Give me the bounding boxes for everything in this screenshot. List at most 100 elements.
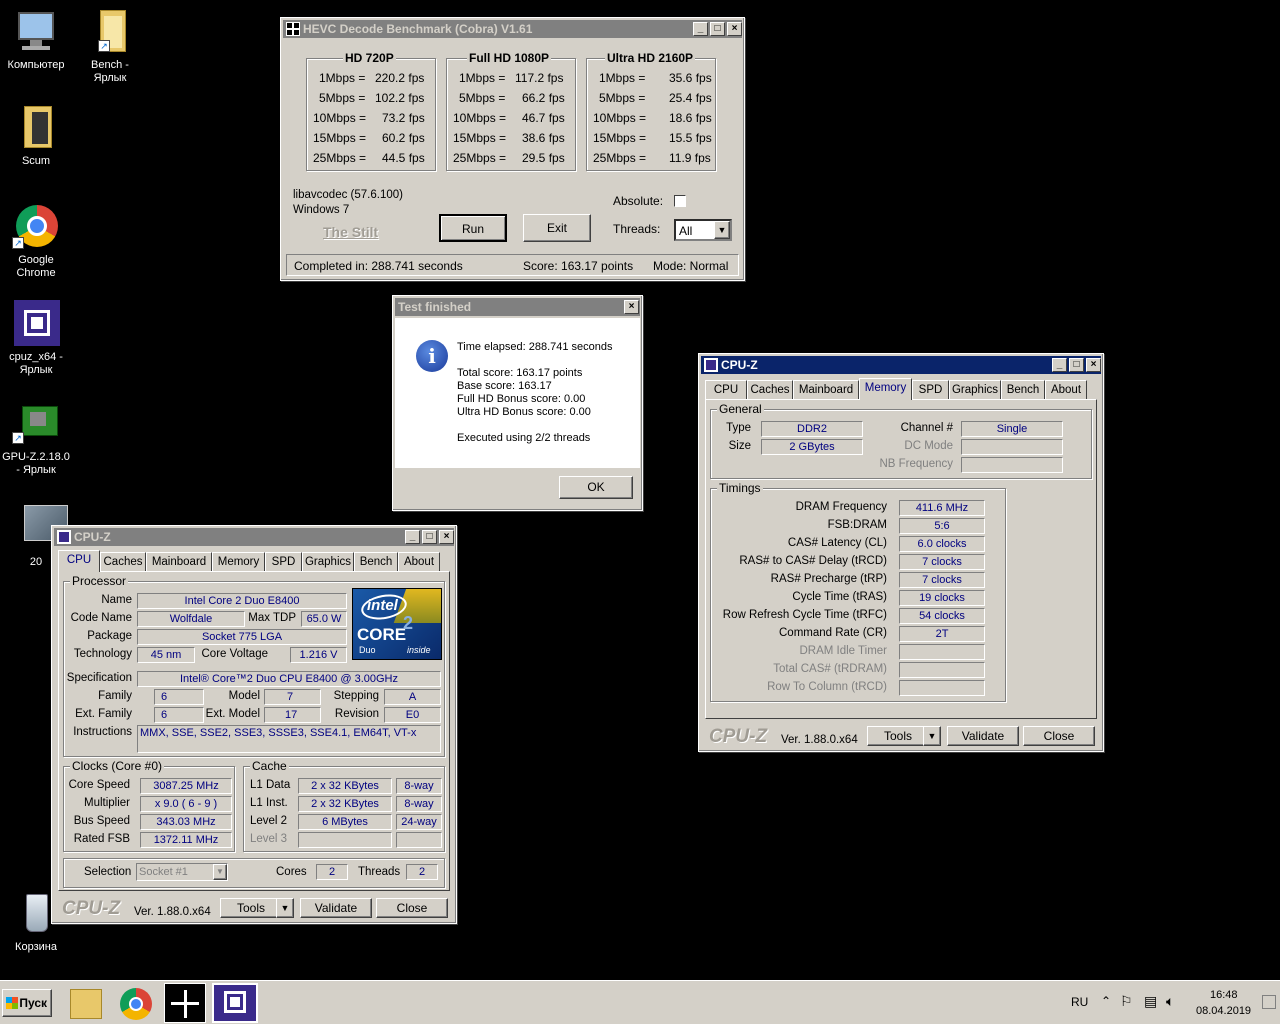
tab-graphics[interactable]: Graphics bbox=[949, 380, 1001, 399]
timings-group-title: Timings bbox=[717, 481, 763, 495]
size-value: 2 GBytes bbox=[761, 439, 863, 455]
core-text: CORE bbox=[357, 625, 407, 644]
validate-button[interactable]: Validate bbox=[300, 898, 372, 918]
close-button[interactable]: × bbox=[439, 530, 454, 544]
desktop-icon-cpuz[interactable]: cpuz_x64 - Ярлык bbox=[0, 300, 72, 377]
l1d-label: L1 Data bbox=[250, 779, 291, 791]
cpuz-taskbar-button[interactable] bbox=[212, 983, 258, 1023]
tab-about[interactable]: About bbox=[398, 552, 440, 571]
status-score: Score: 163.17 points bbox=[523, 259, 634, 273]
cpuz-title-bar[interactable]: CPU-Z _ □ × bbox=[54, 528, 454, 546]
tab-about[interactable]: About bbox=[1045, 380, 1087, 399]
maximize-button[interactable]: □ bbox=[1069, 358, 1084, 372]
cpuz-title-bar[interactable]: CPU-Z _ □ × bbox=[701, 356, 1101, 374]
author-link[interactable]: The Stilt bbox=[323, 224, 378, 240]
processor-group-title: Processor bbox=[70, 574, 129, 588]
desktop-icon-bench[interactable]: ↗ Bench - Ярлык bbox=[74, 8, 146, 85]
tab-caches[interactable]: Caches bbox=[747, 380, 793, 399]
clock-date[interactable]: 08.04.2019 bbox=[1196, 1005, 1251, 1017]
desktop-icon-gpuz[interactable]: ↗ GPU-Z.2.18.0 - Ярлык bbox=[0, 400, 72, 477]
run-button[interactable]: Run bbox=[439, 214, 507, 242]
chevron-down-icon[interactable]: ▼ bbox=[213, 864, 227, 880]
tab-mainboard[interactable]: Mainboard bbox=[146, 552, 212, 571]
timing-label: Row To Column (tRCD) bbox=[767, 681, 887, 693]
explorer-taskbar-icon[interactable] bbox=[70, 989, 102, 1019]
cpuz-cpu-window: CPU-Z _ □ × CPU Caches Mainboard Memory … bbox=[51, 525, 457, 924]
l2-value: 6 MBytes bbox=[298, 814, 392, 830]
threads-value: 2 bbox=[406, 864, 438, 880]
fps-value: 102.2 fps bbox=[375, 91, 425, 105]
minimize-button[interactable]: _ bbox=[1052, 358, 1067, 372]
close-button[interactable]: × bbox=[727, 22, 742, 36]
tab-bench[interactable]: Bench bbox=[1001, 380, 1045, 399]
timings-group: Timings DRAM Frequency 411.6 MHz FSB:DRA… bbox=[710, 481, 1006, 702]
rated-fsb-label: Rated FSB bbox=[73, 833, 130, 845]
tab-spd[interactable]: SPD bbox=[265, 552, 302, 571]
tab-cpu[interactable]: CPU bbox=[705, 380, 747, 399]
fps-value: 25.4 fps bbox=[669, 91, 712, 105]
show-desktop-button[interactable] bbox=[1262, 995, 1276, 1009]
cache-group-title: Cache bbox=[250, 759, 289, 773]
minimize-button[interactable]: _ bbox=[405, 530, 420, 544]
folder-icon bbox=[12, 104, 60, 152]
timing-value bbox=[899, 662, 985, 678]
tab-memory[interactable]: Memory bbox=[859, 378, 912, 400]
timing-label: CAS# Latency (CL) bbox=[787, 537, 887, 549]
desktop-icon-scum[interactable]: Scum bbox=[0, 104, 72, 168]
timing-value bbox=[899, 644, 985, 660]
timing-value: 5:6 bbox=[899, 518, 985, 534]
chevron-up-icon[interactable]: ⌃ bbox=[1101, 994, 1111, 1008]
hevc-title-bar[interactable]: HEVC Decode Benchmark (Cobra) V1.61 _ □ … bbox=[283, 20, 742, 38]
tab-bench[interactable]: Bench bbox=[354, 552, 398, 571]
start-button[interactable]: Пуск bbox=[2, 989, 52, 1017]
l1i-value: 2 x 32 KBytes bbox=[298, 796, 392, 812]
absolute-checkbox[interactable] bbox=[674, 195, 686, 207]
action-center-flag-icon[interactable]: ⚐ bbox=[1120, 993, 1133, 1010]
network-icon[interactable]: ▤ bbox=[1144, 993, 1157, 1010]
ok-button[interactable]: OK bbox=[559, 476, 633, 499]
dialog-close-button[interactable]: × bbox=[624, 300, 639, 314]
tab-mainboard[interactable]: Mainboard bbox=[793, 380, 859, 399]
timing-value: 7 clocks bbox=[899, 554, 985, 570]
timing-label: FSB:DRAM bbox=[827, 519, 887, 531]
technology-label: Technology bbox=[73, 648, 132, 660]
cpuz-logo: CPU-Z bbox=[62, 898, 121, 919]
tab-graphics[interactable]: Graphics bbox=[302, 552, 354, 571]
tab-cpu[interactable]: CPU bbox=[58, 550, 100, 572]
chevron-down-icon[interactable]: ▼ bbox=[714, 221, 730, 239]
clock-time[interactable]: 16:48 bbox=[1210, 989, 1238, 1001]
socket-select[interactable]: Socket #1 ▼ bbox=[136, 863, 228, 881]
fps-value: 73.2 fps bbox=[382, 111, 425, 125]
minimize-button[interactable]: _ bbox=[693, 22, 708, 36]
desktop-icon-computer[interactable]: Компьютер bbox=[0, 8, 72, 72]
revision-value: E0 bbox=[384, 707, 441, 723]
tab-spd[interactable]: SPD bbox=[912, 380, 949, 399]
exit-button[interactable]: Exit bbox=[523, 214, 591, 242]
cpuz-title: CPU-Z bbox=[74, 530, 111, 544]
close-button[interactable]: Close bbox=[376, 898, 448, 918]
l3-value bbox=[298, 832, 392, 848]
close-button[interactable]: Close bbox=[1023, 726, 1095, 746]
tools-dropdown-arrow[interactable]: ▼ bbox=[923, 726, 941, 746]
fps-value: 44.5 fps bbox=[382, 151, 425, 165]
language-indicator[interactable]: RU bbox=[1071, 995, 1088, 1009]
tab-memory[interactable]: Memory bbox=[212, 552, 265, 571]
close-button[interactable]: × bbox=[1086, 358, 1101, 372]
folder-shortcut-icon: ↗ bbox=[86, 8, 134, 56]
volume-icon[interactable]: 🔈︎ bbox=[1166, 993, 1174, 1010]
hevc-status-bar: Completed in: 288.741 seconds Score: 163… bbox=[286, 254, 739, 276]
dialog-title-bar[interactable]: Test finished × bbox=[395, 298, 640, 316]
type-value: DDR2 bbox=[761, 421, 863, 437]
maximize-button[interactable]: □ bbox=[710, 22, 725, 36]
codename-value: Wolfdale bbox=[137, 611, 245, 627]
general-group: General Type DDR2 Size 2 GBytes Channel … bbox=[710, 402, 1092, 479]
threads-select[interactable]: All ▼ bbox=[674, 219, 732, 241]
tab-caches[interactable]: Caches bbox=[100, 552, 146, 571]
hevc-taskbar-button[interactable] bbox=[164, 983, 206, 1023]
validate-button[interactable]: Validate bbox=[947, 726, 1019, 746]
tools-dropdown-arrow[interactable]: ▼ bbox=[276, 898, 294, 918]
desktop-icon-chrome[interactable]: ↗ Google Chrome bbox=[0, 203, 72, 280]
chrome-taskbar-icon[interactable] bbox=[120, 988, 152, 1020]
maximize-button[interactable]: □ bbox=[422, 530, 437, 544]
name-label: Name bbox=[101, 594, 132, 606]
